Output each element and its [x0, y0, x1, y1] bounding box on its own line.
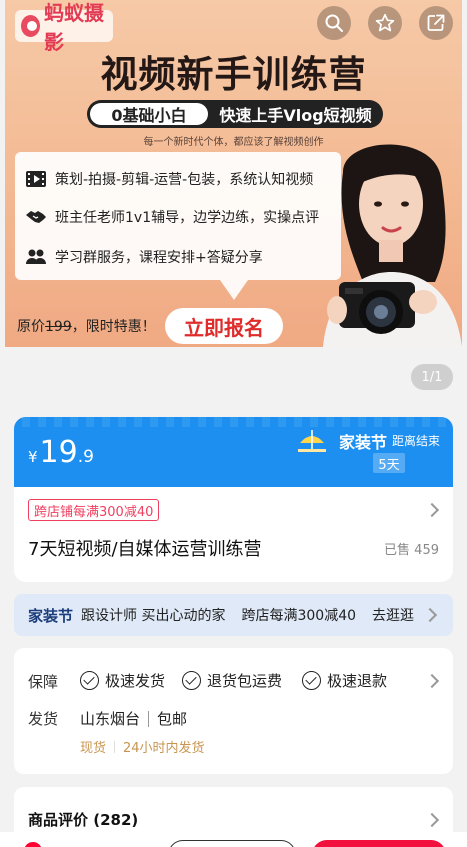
original-price: 199: [45, 319, 72, 335]
share-button[interactable]: [419, 6, 453, 40]
chevron-right-icon[interactable]: [424, 812, 440, 828]
strip-festival-label: 家装节: [28, 606, 74, 625]
check-circle-icon: [80, 671, 99, 690]
price-band: ¥ 19 .9 家装节 距离结束 5天: [14, 417, 453, 489]
course-banner[interactable]: 蚂蚁摄影 视频新手训练营 0基础小白 快速上手Vlog短视频 每一个新时代个体，…: [5, 0, 462, 347]
store-icon[interactable]: [24, 842, 42, 847]
search-button[interactable]: [317, 6, 351, 40]
bottom-action-bar: [0, 832, 467, 847]
feature-row: 策划-拍摄-剪辑-运营-包装，系统认知视频: [25, 169, 313, 189]
product-info-card: 跨店铺每满300减40 7天短视频/自媒体运营训练营 已售 459: [14, 487, 453, 582]
feature-row: 班主任老师1v1辅导，边学边练，实操点评: [25, 207, 319, 227]
chevron-right-icon[interactable]: [422, 607, 438, 623]
star-icon: [375, 13, 395, 32]
guarantee-text: 极速退款: [327, 672, 388, 690]
strip-slogan: 跟设计师 买出心动的家: [81, 608, 226, 624]
strip-link[interactable]: 去逛逛: [372, 605, 414, 625]
guarantee-item: 退货包运费: [182, 670, 282, 691]
shipping-label: 发货: [28, 710, 59, 728]
signup-button[interactable]: 立即报名: [165, 308, 283, 344]
pill-left-text: 0基础小白: [90, 103, 208, 125]
check-circle-icon: [182, 671, 201, 690]
shipping-detail: 现货 24小时内发货: [80, 737, 205, 756]
price-suffix: ，限时特惠！: [71, 319, 156, 335]
guarantee-item: 极速退款: [302, 670, 387, 691]
guarantee-item: 极速发货: [80, 670, 165, 691]
strip-promo: 跨店每满300减40: [241, 608, 357, 624]
add-to-cart-button[interactable]: [168, 840, 296, 847]
service-card[interactable]: 保障 极速发货 退货包运费 极速退款 发货 山东烟台 包邮 现货 24小时内发货: [14, 648, 453, 774]
feature-text: 学习群服务，课程安排+答疑分享: [55, 250, 263, 266]
film-icon: [26, 171, 46, 187]
festival-strip[interactable]: 家装节 跟设计师 买出心动的家 跨店每满300减40 去逛逛: [14, 594, 453, 636]
logo-mark-icon: [21, 15, 40, 37]
image-pager: 1/1: [411, 364, 453, 390]
ship-location: 山东烟台: [80, 710, 141, 728]
reviews-title: 商品评价 (282): [28, 811, 139, 829]
search-icon: [325, 14, 343, 32]
model-photo: [323, 144, 462, 347]
original-price-line: 原价199，限时特惠！: [17, 316, 156, 336]
shipping-info: 山东烟台 包邮: [80, 708, 187, 729]
feature-text: 策划-拍摄-剪辑-运营-包装，系统认知视频: [55, 172, 314, 188]
buy-now-button[interactable]: [312, 840, 446, 847]
chevron-right-icon[interactable]: [424, 673, 440, 689]
chevron-right-icon[interactable]: [424, 502, 440, 518]
price-decimal: .9: [77, 447, 94, 467]
feature-row: 学习群服务，课程安排+答疑分享: [25, 247, 263, 267]
price-prefix: 原价: [17, 319, 45, 335]
pill-right-text: 快速上手Vlog短视频: [219, 106, 372, 125]
stock-status: 现货: [80, 741, 107, 756]
check-circle-icon: [302, 671, 321, 690]
sold-count: 已售 459: [384, 543, 439, 558]
current-price: ¥ 19 .9: [28, 435, 94, 470]
feature-text: 班主任老师1v1辅导，边学边练，实操点评: [55, 210, 320, 226]
festival-label: 家装节: [339, 433, 388, 452]
dispatch-time: 24小时内发货: [123, 741, 205, 756]
share-icon: [427, 14, 445, 31]
guarantee-label: 保障: [28, 673, 59, 691]
guarantee-text: 退货包运费: [207, 672, 283, 690]
price-integer: 19: [39, 435, 78, 470]
handshake-icon: [26, 211, 46, 223]
guarantee-text: 极速发货: [105, 672, 166, 690]
free-shipping: 包邮: [157, 710, 188, 728]
currency-symbol: ¥: [28, 448, 38, 466]
countdown-label: 距离结束: [392, 434, 441, 448]
promo-tag[interactable]: 跨店铺每满300减40: [28, 499, 160, 521]
countdown-value: 5天: [373, 453, 405, 473]
banner-title: 视频新手训练营: [100, 53, 367, 96]
feature-card: 策划-拍摄-剪辑-运营-包装，系统认知视频 班主任老师1v1辅导，边学边练，实操…: [15, 152, 341, 300]
product-title: 7天短视频/自媒体运营训练营: [28, 539, 262, 560]
favorite-button[interactable]: [368, 6, 402, 40]
brand-logo: 蚂蚁摄影: [15, 1, 113, 54]
parasol-icon: [298, 430, 326, 452]
group-icon: [26, 249, 46, 264]
banner-pill: 0基础小白 快速上手Vlog短视频: [87, 100, 383, 128]
